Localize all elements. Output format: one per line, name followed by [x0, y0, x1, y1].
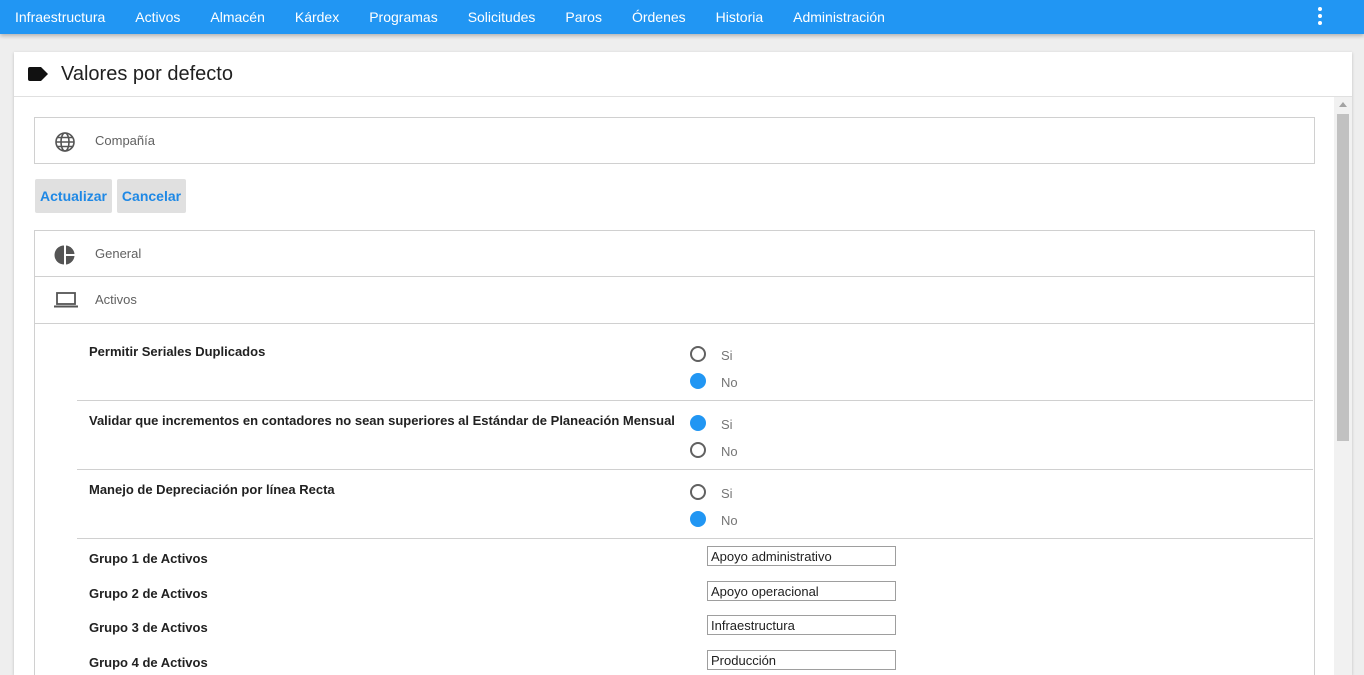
divider — [77, 400, 1313, 401]
radio-label-si: Si — [721, 417, 733, 432]
top-nav-bar: Infraestructura Activos Almacén Kárdex P… — [0, 0, 1364, 34]
asset-group-4-input[interactable] — [707, 650, 896, 670]
nav-item-programas[interactable]: Programas — [369, 0, 437, 34]
update-button[interactable]: Actualizar — [35, 179, 112, 213]
nav-item-almacen[interactable]: Almacén — [210, 0, 264, 34]
more-vert-icon[interactable] — [1314, 6, 1326, 26]
cancel-button[interactable]: Cancelar — [117, 179, 186, 213]
defaults-card: Valores por defecto Compañía Actualizar … — [14, 52, 1352, 675]
section-activos-header[interactable]: Activos — [35, 277, 1314, 324]
asset-group-3-input[interactable] — [707, 615, 896, 635]
sections-panel: General Activos Permitir Seriales Duplic… — [34, 230, 1315, 675]
company-panel-header[interactable]: Compañía — [35, 118, 1314, 164]
section-general-header[interactable]: General — [35, 231, 1314, 277]
globe-icon — [55, 132, 75, 152]
nav-item-ordenes[interactable]: Órdenes — [632, 0, 686, 34]
radio-depreciation-si[interactable] — [690, 484, 706, 500]
radio-label-no: No — [721, 513, 738, 528]
setting-label-validate-counters: Validar que incrementos en contadores no… — [89, 413, 675, 428]
radio-label-si: Si — [721, 486, 733, 501]
setting-label-duplicate-serials: Permitir Seriales Duplicados — [89, 344, 266, 359]
nav-item-paros[interactable]: Paros — [565, 0, 602, 34]
radio-duplicate-serials-si[interactable] — [690, 346, 706, 362]
radio-label-no: No — [721, 444, 738, 459]
radio-depreciation-no[interactable] — [690, 511, 706, 527]
asset-group-3-label: Grupo 3 de Activos — [89, 620, 208, 635]
divider — [77, 538, 1313, 539]
nav-item-solicitudes[interactable]: Solicitudes — [468, 0, 536, 34]
nav-item-infraestructura[interactable]: Infraestructura — [15, 0, 105, 34]
section-activos-label: Activos — [95, 292, 137, 307]
company-panel: Compañía — [34, 117, 1315, 164]
company-panel-label: Compañía — [95, 133, 155, 148]
nav-item-administracion[interactable]: Administración — [793, 0, 885, 34]
radio-duplicate-serials-no[interactable] — [690, 373, 706, 389]
laptop-icon — [54, 292, 78, 308]
asset-group-2-input[interactable] — [707, 581, 896, 601]
scroll-thumb[interactable] — [1337, 114, 1349, 441]
main-menu: Infraestructura Activos Almacén Kárdex P… — [0, 0, 915, 34]
radio-validate-counters-si[interactable] — [690, 415, 706, 431]
card-header: Valores por defecto — [14, 52, 1352, 97]
nav-item-historia[interactable]: Historia — [716, 0, 763, 34]
asset-group-1-label: Grupo 1 de Activos — [89, 551, 208, 566]
scrollbar[interactable] — [1334, 97, 1352, 675]
asset-group-1-input[interactable] — [707, 546, 896, 566]
scroll-up-arrow-icon[interactable] — [1339, 102, 1347, 107]
pie-chart-icon — [54, 245, 75, 265]
label-tag-icon — [28, 67, 48, 81]
page-title: Valores por defecto — [61, 63, 233, 85]
radio-label-si: Si — [721, 348, 733, 363]
asset-group-2-label: Grupo 2 de Activos — [89, 586, 208, 601]
radio-label-no: No — [721, 375, 738, 390]
radio-validate-counters-no[interactable] — [690, 442, 706, 458]
setting-label-straight-line-depreciation: Manejo de Depreciación por línea Recta — [89, 482, 335, 497]
section-general-label: General — [95, 246, 142, 261]
nav-item-activos[interactable]: Activos — [135, 0, 180, 34]
nav-item-kardex[interactable]: Kárdex — [295, 0, 339, 34]
divider — [77, 469, 1313, 470]
asset-group-4-label: Grupo 4 de Activos — [89, 655, 208, 670]
